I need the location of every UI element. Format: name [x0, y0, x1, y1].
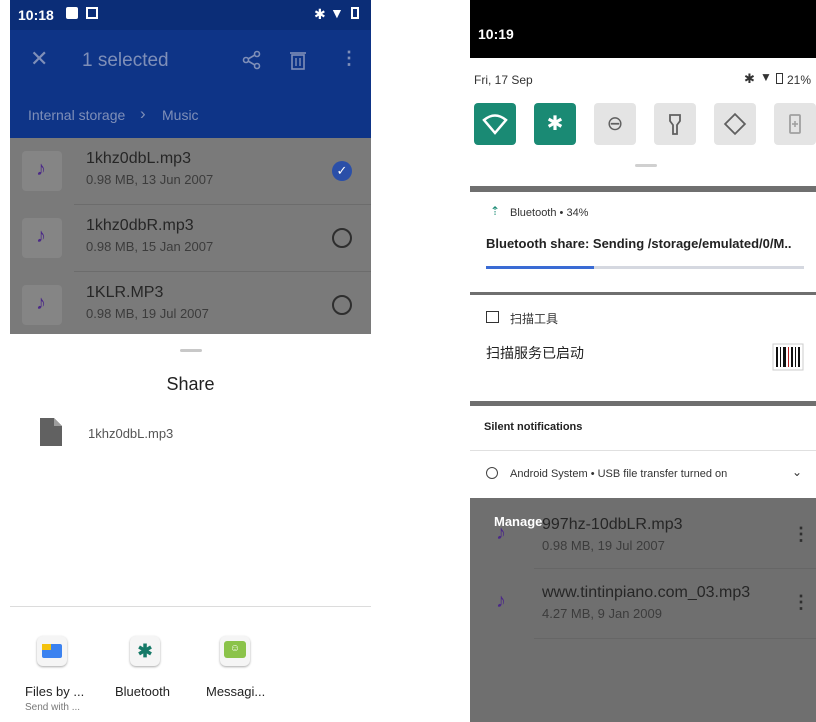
bluetooth-status-icon: ✱	[744, 71, 755, 86]
bluetooth-icon: ✱	[130, 636, 160, 666]
file-meta: 4.27 MB, 9 Jan 2009	[542, 606, 662, 621]
barcode-icon	[772, 343, 804, 371]
file-list: ♪ 1khz0dbL.mp3 0.98 MB, 13 Jun 2007 ✓ ♪ …	[10, 138, 371, 334]
file-name: 997hz-10dbLR.mp3	[542, 516, 683, 533]
notification-text: 扫描服务已启动	[486, 345, 584, 361]
row-divider	[534, 638, 816, 639]
quick-settings-panel: Fri, 17 Sep ✱ ▼ 21% ✱ ⊖	[470, 58, 816, 186]
notification-app-name: 扫描工具	[510, 312, 559, 326]
auto-rotate-tile[interactable]	[714, 103, 756, 145]
status-bar: 10:18 ✱ ▼	[10, 0, 371, 30]
selection-count-title: 1 selected	[82, 50, 169, 71]
share-target-label: Messagi...	[206, 684, 266, 699]
file-meta: 0.98 MB, 19 Jul 2007	[86, 306, 209, 321]
unchecked-radio-icon[interactable]	[332, 228, 352, 248]
file-name: 1KLR.MP3	[86, 284, 164, 301]
bluetooth-notification[interactable]: ⇡ Bluetooth • 34% Bluetooth share: Sendi…	[470, 192, 816, 292]
dnd-tile[interactable]: ⊖	[594, 103, 636, 145]
share-target-sublabel: Send with ...	[25, 702, 81, 713]
battery-status-icon	[776, 73, 783, 84]
silent-notifications-section: Silent notifications Android System • US…	[470, 406, 816, 498]
bluetooth-status-icon: ✱	[314, 6, 326, 22]
chevron-down-icon[interactable]: ⌄	[792, 465, 802, 479]
wifi-tile[interactable]	[474, 103, 516, 145]
status-time: 10:19	[478, 26, 514, 42]
file-meta: 0.98 MB, 19 Jul 2007	[542, 538, 665, 553]
wifi-status-icon: ▼	[330, 5, 344, 21]
file-row[interactable]: ♪ 1KLR.MP3 0.98 MB, 19 Jul 2007	[10, 272, 371, 338]
more-options-icon[interactable]: ⋮	[792, 524, 810, 545]
music-note-icon: ♪	[36, 225, 46, 247]
status-bar: 10:19	[470, 0, 816, 58]
file-name: 1khz0dbL.mp3	[86, 150, 191, 167]
manage-button[interactable]: Manage	[494, 514, 542, 529]
auto-rotate-icon	[723, 112, 747, 136]
silent-notifications-header: Silent notifications	[484, 421, 583, 433]
share-target-files[interactable]: Files by ... Send with ...	[22, 632, 100, 713]
progress-track	[486, 266, 804, 269]
files-app-icon	[37, 636, 67, 666]
file-name: 1khz0dbR.mp3	[86, 217, 194, 234]
file-meta: 0.98 MB, 15 Jan 2007	[86, 239, 214, 254]
left-phone-screen: 10:18 ✱ ▼ ✕ 1 selected ⋮ Internal storag…	[10, 0, 371, 722]
image-notification-icon	[66, 7, 78, 19]
flashlight-tile[interactable]	[654, 103, 696, 145]
music-note-icon: ♪	[36, 292, 46, 314]
close-icon[interactable]: ✕	[30, 46, 48, 72]
file-row[interactable]: ♪ 1khz0dbR.mp3 0.98 MB, 15 Jan 2007	[10, 205, 371, 271]
battery-status-icon	[351, 7, 359, 19]
file-row[interactable]: ♪ 1khz0dbL.mp3 0.98 MB, 13 Jun 2007 ✓	[10, 138, 371, 204]
battery-saver-tile[interactable]	[774, 103, 816, 145]
right-phone-screen: 10:19 Fri, 17 Sep ✱ ▼ 21% ✱ ⊖ ⇡ Bluetoot…	[470, 0, 816, 722]
share-sheet: Share 1khz0dbL.mp3 Files by ... Send wit…	[10, 334, 371, 722]
drag-handle[interactable]	[180, 349, 202, 352]
android-system-notification[interactable]: Android System • USB file transfer turne…	[470, 451, 816, 498]
checked-icon[interactable]: ✓	[332, 161, 352, 181]
row-divider	[534, 568, 816, 569]
sheet-divider	[10, 606, 371, 607]
more-options-icon[interactable]: ⋮	[340, 48, 358, 69]
qs-date: Fri, 17 Sep	[474, 73, 533, 87]
file-row[interactable]: ♪ www.tintinpiano.com_03.mp3 4.27 MB, 9 …	[470, 572, 816, 644]
status-time: 10:18	[18, 7, 54, 23]
scanner-notification-icon	[86, 7, 98, 19]
delete-icon[interactable]	[290, 50, 306, 70]
progress-fill	[486, 266, 595, 269]
shared-file-name: 1khz0dbL.mp3	[88, 426, 174, 441]
share-target-bluetooth[interactable]: ✱ Bluetooth	[110, 632, 200, 712]
scanner-notification[interactable]: 扫描工具 扫描服务已启动	[470, 295, 816, 401]
panel-drag-handle[interactable]	[635, 164, 657, 167]
usb-icon	[486, 467, 498, 479]
notification-text: Bluetooth share: Sending /storage/emulat…	[486, 236, 792, 251]
breadcrumb-root[interactable]: Internal storage	[28, 107, 125, 123]
flashlight-icon	[669, 114, 681, 135]
upload-icon: ⇡	[490, 204, 501, 218]
unchecked-radio-icon[interactable]	[332, 295, 352, 315]
file-name: www.tintinpiano.com_03.mp3	[542, 584, 751, 601]
notification-header: Bluetooth • 34%	[510, 207, 589, 219]
notification-text: Android System • USB file transfer turne…	[510, 468, 728, 480]
breadcrumb-current[interactable]: Music	[162, 107, 199, 123]
wifi-status-icon: ▼	[760, 70, 772, 84]
bluetooth-tile[interactable]: ✱	[534, 103, 576, 145]
scanner-app-icon	[486, 311, 499, 323]
share-title: Share	[166, 374, 215, 394]
share-icon[interactable]	[242, 50, 262, 70]
bluetooth-icon: ✱	[546, 113, 564, 135]
more-options-icon[interactable]: ⋮	[792, 592, 810, 613]
do-not-disturb-icon: ⊖	[606, 113, 624, 135]
file-meta: 0.98 MB, 13 Jun 2007	[86, 172, 214, 187]
wifi-icon	[482, 114, 508, 135]
app-bar: ✕ 1 selected ⋮ Internal storage › Music	[10, 30, 371, 138]
share-target-label: Bluetooth	[115, 684, 170, 699]
music-note-icon: ♪	[496, 590, 506, 612]
messaging-icon: ☺	[220, 636, 250, 666]
breadcrumb-separator-icon: ›	[140, 104, 146, 123]
music-note-icon: ♪	[36, 158, 46, 180]
battery-percent: 21%	[787, 73, 812, 87]
share-target-label: Files by ...	[25, 684, 85, 699]
battery-saver-icon	[789, 114, 801, 134]
share-target-messaging[interactable]: ☺ Messagi...	[204, 632, 294, 712]
file-icon	[40, 418, 62, 446]
